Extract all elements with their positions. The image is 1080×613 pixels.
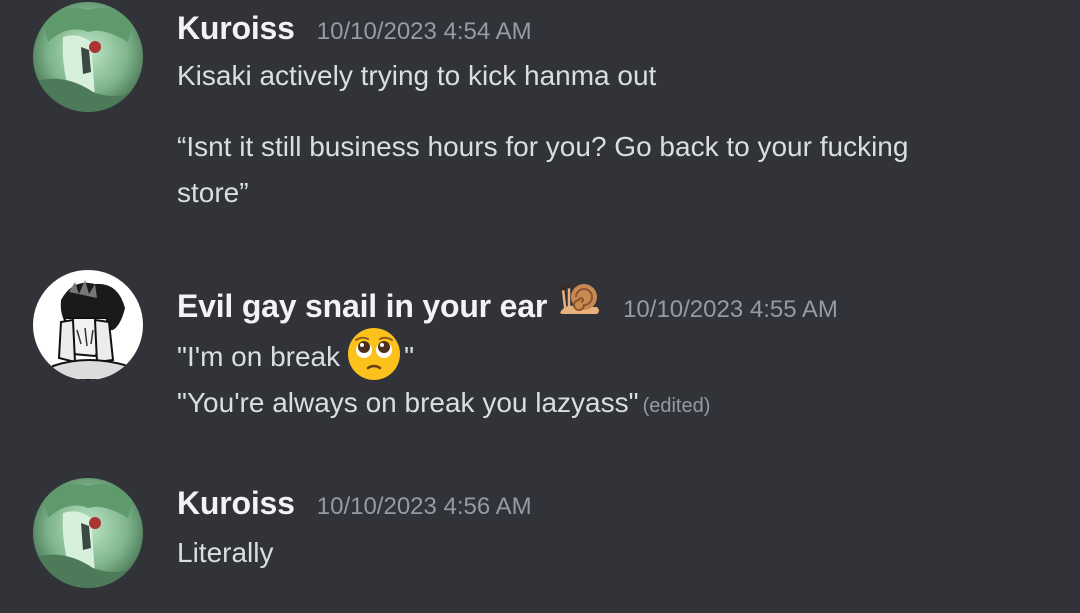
username[interactable]: Evil gay snail in your ear — [177, 288, 547, 325]
message-header: Evil gay snail in your ear 10/10/2023 4:… — [177, 277, 838, 325]
message-text: store” — [177, 177, 249, 208]
message-text: Kisaki actively trying to kick hanma out — [177, 60, 657, 91]
message-header: Kuroiss 10/10/2023 4:56 AM — [177, 485, 532, 522]
edited-label: (edited) — [642, 395, 711, 417]
username[interactable]: Kuroiss — [177, 485, 295, 522]
timestamp[interactable]: 10/10/2023 4:54 AM — [317, 18, 532, 46]
message-text-part: "I'm on break — [177, 341, 341, 372]
message-header: Kuroiss 10/10/2023 4:54 AM — [177, 10, 532, 47]
message-text: “Isnt it still business hours for you? G… — [177, 131, 909, 162]
message-text-part: " — [404, 341, 415, 372]
message-text: "I'm on break " — [177, 326, 414, 382]
pleading-face-icon — [348, 328, 401, 380]
message-text: "You're always on break you lazyass" (edi… — [177, 380, 710, 429]
snail-icon — [560, 283, 600, 314]
timestamp[interactable]: 10/10/2023 4:55 AM — [623, 296, 838, 324]
message-text-part: "You're always on break you lazyass" — [177, 387, 639, 418]
anime-avatar-green-icon — [33, 478, 143, 588]
user-avatar[interactable] — [33, 478, 143, 588]
manga-avatar-bw-icon — [33, 270, 143, 380]
username[interactable]: Kuroiss — [177, 10, 295, 47]
user-avatar[interactable] — [33, 2, 143, 112]
chat-messages: Kuroiss 10/10/2023 4:54 AM Kisaki active… — [0, 0, 1080, 613]
message-text: Literally — [177, 537, 274, 568]
timestamp[interactable]: 10/10/2023 4:56 AM — [317, 493, 532, 521]
user-avatar[interactable] — [33, 270, 143, 380]
anime-avatar-green-icon — [33, 2, 143, 112]
